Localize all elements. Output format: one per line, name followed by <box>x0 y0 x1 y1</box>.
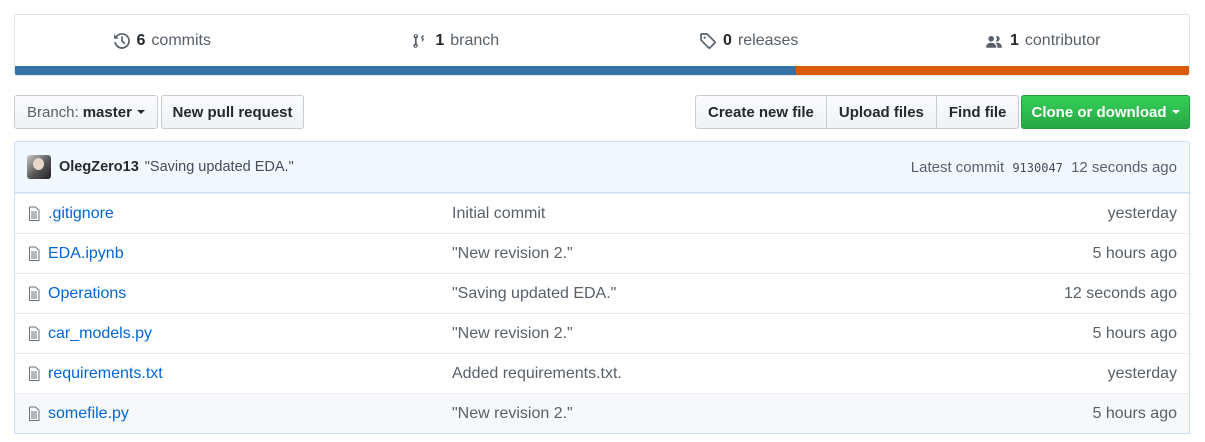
commits-label: commits <box>151 32 211 49</box>
file-commit-message[interactable]: Added requirements.txt. <box>452 365 1108 383</box>
file-name-link[interactable]: Operations <box>48 285 452 303</box>
create-new-file-button[interactable]: Create new file <box>695 95 827 129</box>
file-age: 12 seconds ago <box>1064 284 1177 302</box>
upload-files-button[interactable]: Upload files <box>825 95 937 129</box>
file-row: requirements.txt Added requirements.txt.… <box>15 353 1189 393</box>
contributors-count: 1 <box>1010 32 1019 49</box>
new-pull-request-button[interactable]: New pull request <box>161 95 304 129</box>
contributors-link[interactable]: 1 contributor <box>896 15 1190 67</box>
file-row: somefile.py "New revision 2." 5 hours ag… <box>15 393 1189 433</box>
file-name-link[interactable]: car_models.py <box>48 325 452 343</box>
dropdown-caret-icon <box>136 110 145 114</box>
file-commit-message[interactable]: "New revision 2." <box>452 245 1092 263</box>
file-icon <box>29 206 40 221</box>
find-file-button[interactable]: Find file <box>935 95 1020 129</box>
file-icon <box>29 406 40 421</box>
file-age: yesterday <box>1107 364 1177 382</box>
commit-message[interactable]: "Saving updated EDA." <box>145 159 294 175</box>
branch-label: branch <box>450 32 500 49</box>
avatar[interactable] <box>27 155 51 179</box>
commit-author[interactable]: OlegZero13 <box>59 159 139 175</box>
commit-sha[interactable]: 9130047 <box>1012 161 1063 175</box>
file-name-link[interactable]: .gitignore <box>48 205 452 223</box>
file-list: .gitignore Initial commit yesterday EDA.… <box>14 193 1190 434</box>
file-icon <box>29 366 40 381</box>
commit-age: 12 seconds ago <box>1071 158 1177 176</box>
file-name-link[interactable]: requirements.txt <box>48 365 452 383</box>
latest-commit-bar: OlegZero13 "Saving updated EDA." Latest … <box>14 141 1190 193</box>
file-age: yesterday <box>1107 204 1177 222</box>
dropdown-caret-icon <box>1171 110 1180 114</box>
file-age: 5 hours ago <box>1092 324 1177 342</box>
contributors-label: contributor <box>1024 32 1101 49</box>
branch-name: master <box>82 103 132 121</box>
file-row: EDA.ipynb "New revision 2." 5 hours ago <box>15 233 1189 273</box>
branch-prefix: Branch: <box>27 103 79 121</box>
branch-count: 1 <box>435 32 445 49</box>
branch-select-button[interactable]: Branch: master <box>14 95 158 129</box>
file-commit-message[interactable]: "New revision 2." <box>452 325 1092 343</box>
git-branch-icon <box>413 34 425 48</box>
file-commit-message[interactable]: "New revision 2." <box>452 405 1092 423</box>
history-icon <box>113 33 130 49</box>
commit-meta: Latest commit 9130047 12 seconds ago <box>911 159 1177 176</box>
latest-commit-prefix: Latest commit <box>910 158 1005 176</box>
language-segment-1[interactable] <box>795 66 1189 75</box>
file-commit-message[interactable]: Initial commit <box>452 205 1108 223</box>
releases-link[interactable]: 0 releases <box>602 15 896 67</box>
file-age: 5 hours ago <box>1092 404 1177 422</box>
releases-label: releases <box>737 32 799 49</box>
commits-link[interactable]: 6 commits <box>15 15 309 67</box>
file-age: 5 hours ago <box>1092 244 1177 262</box>
file-name-link[interactable]: EDA.ipynb <box>48 245 452 263</box>
branches-link[interactable]: 1 branch <box>309 15 603 67</box>
language-bar[interactable] <box>15 66 1189 75</box>
file-row: Operations "Saving updated EDA." 12 seco… <box>15 273 1189 313</box>
people-icon <box>986 35 1002 48</box>
file-icon <box>29 246 40 261</box>
commits-count: 6 <box>136 32 146 49</box>
file-navigation: Create new file Upload files Find file <box>695 95 1020 129</box>
clone-label: Clone or download <box>1031 103 1167 121</box>
tag-icon <box>700 33 716 49</box>
file-icon <box>29 286 40 301</box>
language-segment-0[interactable] <box>15 66 796 75</box>
file-icon <box>29 326 40 341</box>
file-row: .gitignore Initial commit yesterday <box>15 193 1189 233</box>
file-row: car_models.py "New revision 2." 5 hours … <box>15 313 1189 353</box>
file-name-link[interactable]: somefile.py <box>48 405 452 423</box>
file-commit-message[interactable]: "Saving updated EDA." <box>452 285 1064 303</box>
clone-or-download-button[interactable]: Clone or download <box>1021 95 1190 129</box>
releases-count: 0 <box>723 32 732 49</box>
repo-summary: 6 commits 1 branch 0 releases 1 contribu… <box>14 14 1190 76</box>
